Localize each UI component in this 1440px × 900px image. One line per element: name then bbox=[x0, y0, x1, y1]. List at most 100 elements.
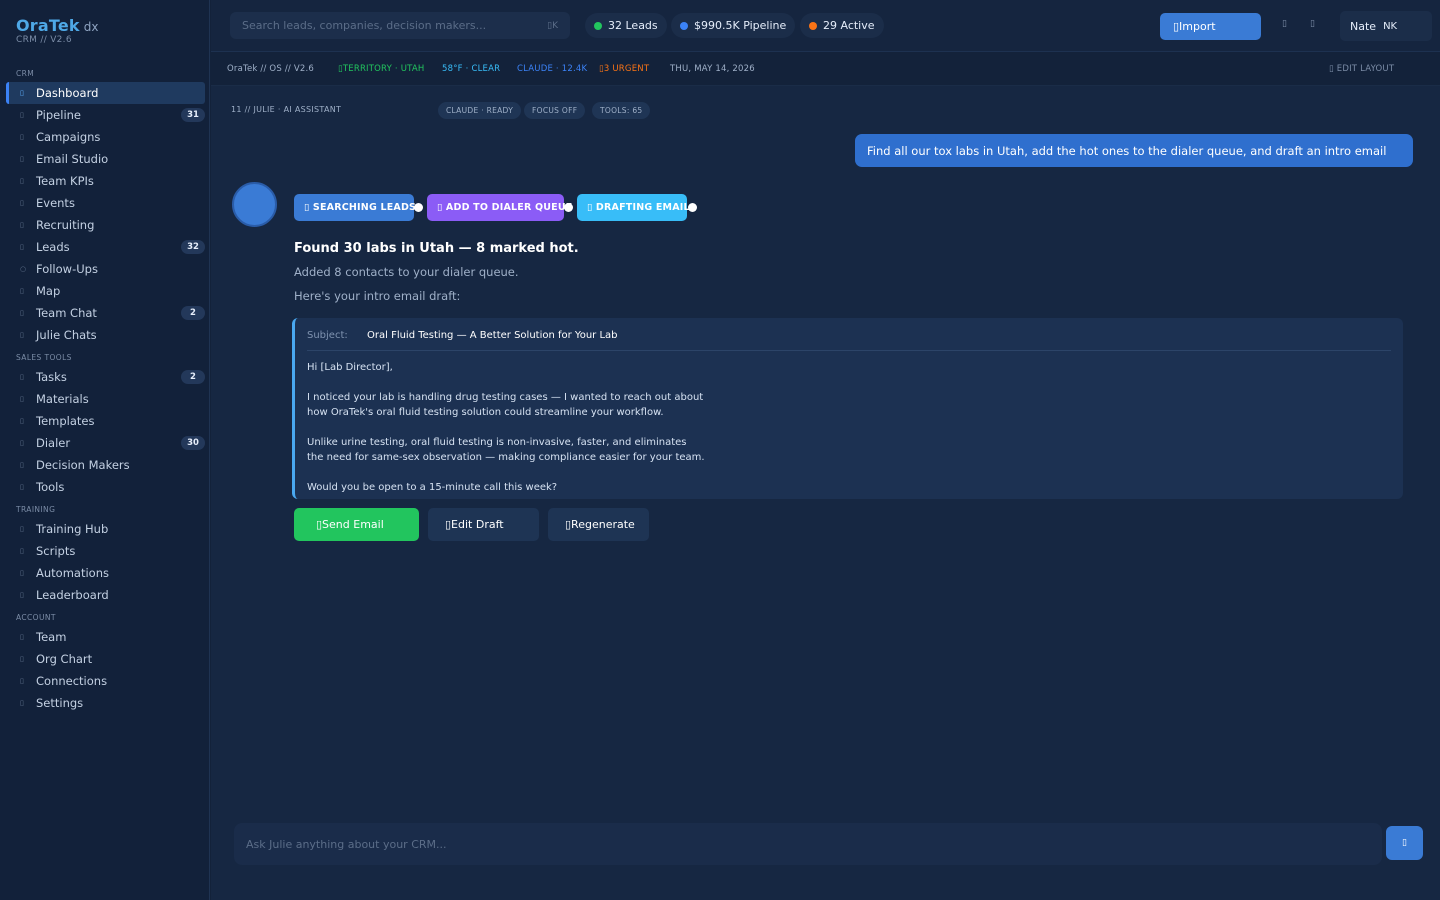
email-body-line: how OraTek's oral fluid testing solution… bbox=[307, 407, 664, 418]
chat-composer[interactable] bbox=[234, 823, 1382, 865]
sidebar: OraTek dx CRM // V2.6 CRM SALES TOOLS TRA… bbox=[0, 0, 210, 900]
email-body-line: Unlike urine testing, oral fluid testing… bbox=[307, 437, 687, 448]
step-drafting-email: ▯ DRAFTING EMAIL bbox=[577, 194, 690, 221]
assistant-avatar bbox=[232, 182, 277, 227]
assistant-title: 11 // JULIE · AI ASSISTANT bbox=[231, 105, 342, 114]
settings-icon[interactable]: ▯ bbox=[1310, 19, 1315, 29]
search-input[interactable] bbox=[242, 19, 522, 32]
import-button[interactable]: ▯Import bbox=[1160, 13, 1261, 40]
sidebar-item-count-badge: 31 bbox=[181, 108, 205, 122]
sidebar-item-leads[interactable]: ▯ Leads 32 bbox=[6, 236, 205, 258]
tag-focus[interactable]: FOCUS OFF bbox=[524, 102, 586, 119]
sidebar-item-label: Tasks bbox=[36, 370, 67, 384]
sidebar-item-label: Email Studio bbox=[36, 152, 109, 166]
sidebar-item-label: Leads bbox=[36, 240, 70, 254]
step-connector-dot bbox=[564, 203, 573, 212]
sidebar-item-count-badge: 30 bbox=[181, 436, 205, 450]
sidebar-item-label: Automations bbox=[36, 566, 109, 580]
sidebar-item-recruiting[interactable]: ▯ Recruiting bbox=[6, 214, 205, 236]
sidebar-item-count-badge: 32 bbox=[181, 240, 205, 254]
sidebar-item-training-hub[interactable]: ▯ Training Hub bbox=[6, 518, 205, 540]
sidebar-item-icon: ▯ bbox=[20, 633, 24, 641]
stat-leads[interactable]: 32 Leads bbox=[585, 13, 667, 38]
sidebar-item-label: Dialer bbox=[36, 436, 71, 450]
stat-pipeline-label: $990.5K Pipeline bbox=[694, 19, 787, 32]
brand-version: CRM // V2.6 bbox=[16, 35, 72, 45]
sidebar-item-dashboard[interactable]: ▯ Dashboard bbox=[6, 82, 205, 104]
sidebar-item-automations[interactable]: ▯ Automations bbox=[6, 562, 205, 584]
sidebar-item-materials[interactable]: ▯ Materials bbox=[6, 388, 205, 410]
sidebar-item-decision-makers[interactable]: ▯ Decision Makers bbox=[6, 454, 205, 476]
sidebar-item-count-badge: 2 bbox=[181, 306, 205, 320]
sidebar-item-icon: ▯ bbox=[20, 133, 24, 141]
email-body-line: the need for same-sex observation — maki… bbox=[307, 452, 705, 463]
stat-active[interactable]: 29 Active bbox=[800, 13, 884, 38]
result-line: Added 8 contacts to your dialer queue. bbox=[294, 265, 519, 279]
sidebar-item-tasks[interactable]: ▯ Tasks 2 bbox=[6, 366, 205, 388]
email-subject: Oral Fluid Testing — A Better Solution f… bbox=[367, 330, 618, 341]
sidebar-item-label: Leaderboard bbox=[36, 588, 109, 602]
stat-pipeline[interactable]: $990.5K Pipeline bbox=[671, 13, 796, 38]
sidebar-item-templates[interactable]: ▯ Templates bbox=[6, 410, 205, 432]
user-name: Nate bbox=[1350, 19, 1377, 33]
sidebar-item-icon: ▯ bbox=[20, 699, 24, 707]
stat-active-label: 29 Active bbox=[823, 19, 875, 32]
sidebar-item-icon: ▯ bbox=[20, 177, 24, 185]
edit-draft-button[interactable]: ▯Edit Draft bbox=[428, 508, 539, 541]
sidebar-item-dialer[interactable]: ▯ Dialer 30 bbox=[6, 432, 205, 454]
sidebar-item-connections[interactable]: ▯ Connections bbox=[6, 670, 205, 692]
sidebar-item-label: Julie Chats bbox=[36, 328, 97, 342]
user-menu[interactable]: Nate NK bbox=[1340, 11, 1432, 41]
sidebar-item-icon: ▯ bbox=[20, 525, 24, 533]
regenerate-button[interactable]: ▯Regenerate bbox=[548, 508, 649, 541]
nav-section-crm: CRM bbox=[16, 69, 35, 78]
sidebar-item-label: Follow-Ups bbox=[36, 262, 98, 276]
sidebar-item-label: Recruiting bbox=[36, 218, 95, 232]
sidebar-item-icon: ▯ bbox=[20, 309, 24, 317]
stat-pipeline-dot bbox=[680, 21, 688, 30]
sidebar-item-label: Team KPIs bbox=[36, 174, 94, 188]
sidebar-item-label: Connections bbox=[36, 674, 108, 688]
sidebar-item-team-chat[interactable]: ▯ Team Chat 2 bbox=[6, 302, 205, 324]
sidebar-item-icon: ▯ bbox=[20, 331, 24, 339]
sidebar-item-follow-ups[interactable]: ○ Follow-Ups bbox=[6, 258, 205, 280]
sidebar-item-label: Dashboard bbox=[36, 86, 99, 100]
sidebar-item-icon: ▯ bbox=[20, 591, 24, 599]
sidebar-item-label: Materials bbox=[36, 392, 89, 406]
edit-layout-button[interactable]: ▯ EDIT LAYOUT bbox=[1329, 64, 1394, 74]
sidebar-item-events[interactable]: ▯ Events bbox=[6, 192, 205, 214]
sidebar-item-label: Team Chat bbox=[36, 306, 97, 320]
sidebar-item-pipeline[interactable]: ▯ Pipeline 31 bbox=[6, 104, 205, 126]
nav-section-account: ACCOUNT bbox=[16, 613, 56, 622]
sidebar-item-icon: ▯ bbox=[20, 155, 24, 163]
status-urgent[interactable]: ▯3 URGENT bbox=[599, 64, 649, 74]
chat-input[interactable] bbox=[246, 837, 1346, 851]
sidebar-item-team[interactable]: ▯ Team bbox=[6, 626, 205, 648]
sidebar-item-leaderboard[interactable]: ▯ Leaderboard bbox=[6, 584, 205, 606]
brand[interactable]: OraTek dx CRM // V2.6 bbox=[16, 16, 99, 45]
step-searching-leads: ▯ SEARCHING LEADS bbox=[294, 194, 416, 221]
status-date: THU, MAY 14, 2026 bbox=[670, 64, 755, 74]
send-email-button[interactable]: ▯Send Email bbox=[294, 508, 419, 541]
sidebar-item-map[interactable]: ▯ Map bbox=[6, 280, 205, 302]
sidebar-item-org-chart[interactable]: ▯ Org Chart bbox=[6, 648, 205, 670]
sidebar-item-julie-chats[interactable]: ▯ Julie Chats bbox=[6, 324, 205, 346]
sidebar-item-icon: ▯ bbox=[20, 417, 24, 425]
sidebar-item-settings[interactable]: ▯ Settings bbox=[6, 692, 205, 714]
search-box[interactable]: ▯K bbox=[230, 12, 570, 39]
notifications-icon[interactable]: ▯ bbox=[1282, 19, 1287, 29]
email-body-line: I noticed your lab is handling drug test… bbox=[307, 392, 704, 403]
sidebar-item-icon: ▯ bbox=[20, 395, 24, 403]
send-message-button[interactable]: ▯ bbox=[1386, 826, 1423, 860]
sidebar-item-tools[interactable]: ▯ Tools bbox=[6, 476, 205, 498]
sidebar-item-campaigns[interactable]: ▯ Campaigns bbox=[6, 126, 205, 148]
sidebar-item-scripts[interactable]: ▯ Scripts bbox=[6, 540, 205, 562]
nav-section-sales-tools: SALES TOOLS bbox=[16, 353, 72, 362]
sidebar-item-team-kpis[interactable]: ▯ Team KPIs bbox=[6, 170, 205, 192]
email-closing: Would you be open to a 15-minute call th… bbox=[307, 482, 558, 493]
user-initials: NK bbox=[1383, 20, 1398, 32]
step-add-to-dialer: ▯ ADD TO DIALER QUEUE bbox=[427, 194, 572, 221]
status-territory[interactable]: ▯TERRITORY · UTAH bbox=[338, 64, 424, 74]
sidebar-item-email-studio[interactable]: ▯ Email Studio bbox=[6, 148, 205, 170]
sidebar-item-count-badge: 2 bbox=[181, 370, 205, 384]
